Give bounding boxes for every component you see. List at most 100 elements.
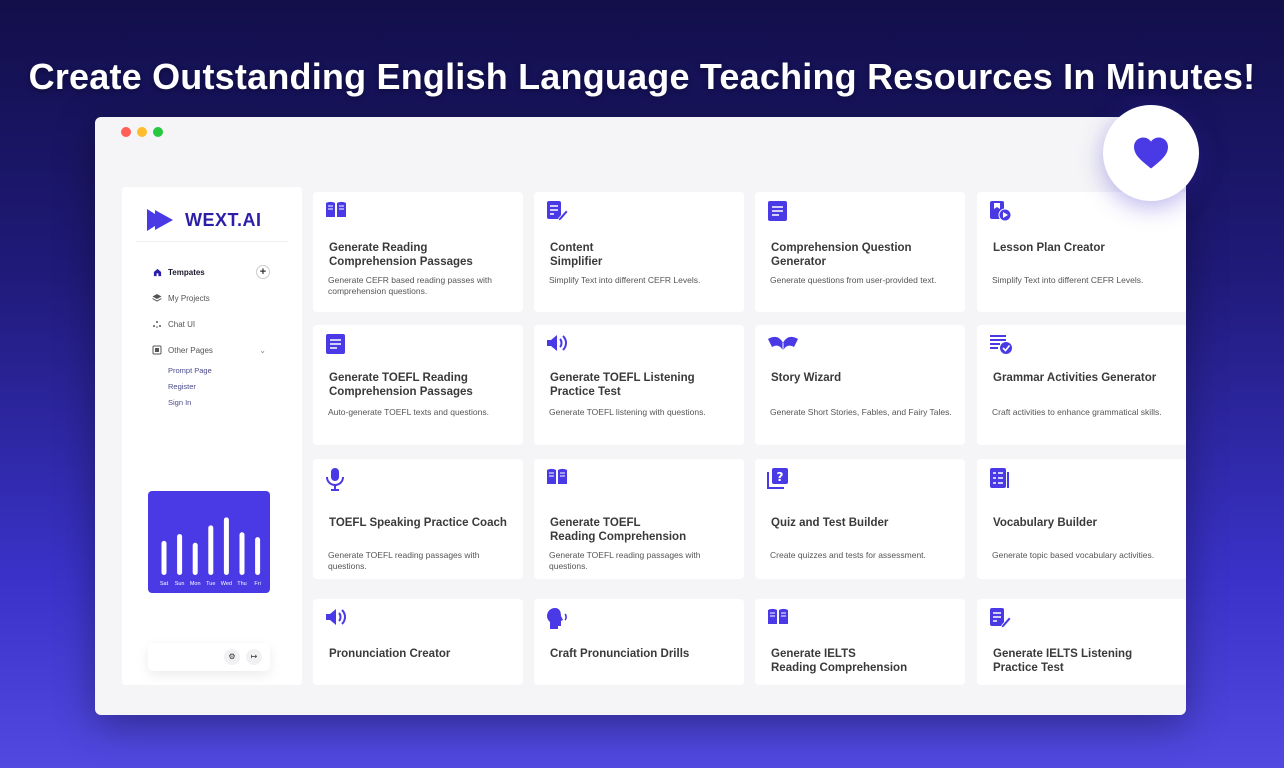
close-window-button[interactable] bbox=[121, 127, 131, 137]
chevron-down-icon[interactable]: ⌄ bbox=[259, 346, 266, 355]
template-card-description: Generate TOEFL reading passages with que… bbox=[328, 550, 480, 571]
sidebar-item-label: Other Pages bbox=[168, 345, 213, 355]
template-card-pronunciation-creator[interactable]: Pronunciation Creator bbox=[313, 599, 523, 685]
logo-text: WEXT.AI bbox=[185, 209, 262, 230]
template-card-generate-ielts-listening-practice-test[interactable]: Generate IELTS Listening Practice Test bbox=[977, 599, 1186, 685]
chart-bar-sun bbox=[177, 534, 183, 575]
template-card-title: Vocabulary Builder bbox=[993, 517, 1097, 529]
submenu-item-sign-in[interactable]: Sign In bbox=[168, 395, 270, 411]
settings-icon[interactable]: ⚙ bbox=[224, 649, 240, 665]
template-card-craft-pronunciation-drills[interactable]: Craft Pronunciation Drills bbox=[534, 599, 744, 685]
template-card-generate-reading-comprehension-passages[interactable]: Generate Reading Comprehension Passages G… bbox=[313, 192, 523, 312]
template-card-generate-ielts-reading-comprehension[interactable]: Generate IELTS Reading Comprehension bbox=[755, 599, 965, 685]
logo-play-icon bbox=[147, 209, 173, 231]
sidebar-item-chat-ui[interactable]: Chat UI bbox=[152, 311, 270, 337]
edit-doc-icon bbox=[546, 200, 569, 222]
logout-icon[interactable]: ↦ bbox=[246, 649, 262, 665]
template-card-description: Simplify Text into different CEFR Levels… bbox=[549, 275, 701, 285]
template-card-generate-toefl-reading-comprehension-passages[interactable]: Generate TOEFL Reading Comprehension Pas… bbox=[313, 325, 523, 445]
chart-bar-tue bbox=[208, 525, 214, 575]
chart-day-label: Sat bbox=[160, 581, 169, 587]
chart-day-label: Sun bbox=[175, 581, 185, 587]
template-card-title: Craft Pronunciation Drills bbox=[550, 648, 690, 660]
template-card-title: Story Wizard bbox=[771, 372, 842, 384]
maximize-window-button[interactable] bbox=[153, 127, 163, 137]
minimize-window-button[interactable] bbox=[137, 127, 147, 137]
book-icon bbox=[767, 607, 789, 629]
template-card-generate-toefl-listening-practice-test[interactable]: Generate TOEFL Listening Practice Test Ge… bbox=[534, 325, 744, 445]
svg-text:?: ? bbox=[777, 470, 784, 484]
window-controls bbox=[121, 127, 163, 137]
checklist-icon bbox=[989, 333, 1012, 355]
template-card-description: Auto-generate TOEFL texts and questions. bbox=[328, 407, 489, 417]
submenu-item-register[interactable]: Register bbox=[168, 379, 270, 395]
chart-day-label: Thu bbox=[237, 581, 246, 587]
logo[interactable]: WEXT.AI bbox=[145, 207, 262, 233]
pages-icon bbox=[152, 345, 162, 355]
add-template-button[interactable]: + bbox=[256, 265, 270, 279]
template-card-story-wizard[interactable]: Story Wizard Generate Short Stories, Fabl… bbox=[755, 325, 965, 445]
chart-bar-sat bbox=[161, 540, 167, 575]
template-card-description: Create quizzes and tests for assessment. bbox=[770, 550, 926, 560]
book-icon bbox=[546, 467, 568, 489]
sidebar-footer: ⚙ ↦ bbox=[148, 643, 270, 671]
sidebar-item-label: Chat UI bbox=[168, 319, 196, 329]
template-card-vocabulary-builder[interactable]: Vocabulary Builder Generate topic based v… bbox=[977, 459, 1186, 579]
list-icon bbox=[989, 467, 1011, 489]
template-card-description: Simplify Text into different CEFR Levels… bbox=[992, 275, 1144, 285]
template-card-toefl-speaking-practice-coach[interactable]: TOEFL Speaking Practice Coach Generate TO… bbox=[313, 459, 523, 579]
document-icon bbox=[325, 333, 347, 355]
template-card-title: Lesson Plan Creator bbox=[993, 242, 1105, 254]
chart-day-label: Wed bbox=[221, 581, 232, 587]
sidebar-item-label: My Projects bbox=[168, 293, 210, 303]
template-card-description: Generate questions from user-provided te… bbox=[770, 275, 937, 285]
template-card-title: TOEFL Speaking Practice Coach bbox=[329, 517, 507, 529]
template-card-title: Generate IELTS Listening Practice Test bbox=[993, 648, 1133, 674]
sidebar-nav: Tempates + My Projects Chat UI Other Pag… bbox=[152, 259, 270, 411]
favorite-badge[interactable] bbox=[1103, 105, 1199, 201]
template-card-title: Generate Reading Comprehension Passages bbox=[329, 242, 473, 268]
sidebar-item-my-projects[interactable]: My Projects bbox=[152, 285, 270, 311]
sparkle-icon bbox=[152, 319, 162, 329]
logo-divider bbox=[136, 241, 288, 242]
app-window: WEXT.AI Tempates + My Projects Chat UI O… bbox=[95, 117, 1186, 715]
chart-day-label: Tue bbox=[206, 581, 215, 587]
open-book-icon bbox=[767, 333, 798, 355]
template-card-title: Quiz and Test Builder bbox=[771, 517, 889, 529]
template-card-title: Generate TOEFL Listening Practice Test bbox=[550, 372, 695, 398]
template-card-title: Comprehension Question Generator bbox=[771, 242, 912, 268]
template-card-title: Content Simplifier bbox=[550, 242, 603, 268]
speaker-icon bbox=[325, 607, 347, 629]
sidebar-item-other-pages[interactable]: Other Pages ⌄ bbox=[152, 337, 270, 363]
template-card-grammar-activities-generator[interactable]: Grammar Activities Generator Craft activi… bbox=[977, 325, 1186, 445]
head-speaking-icon bbox=[546, 607, 568, 629]
chart-bar-fri bbox=[255, 537, 261, 575]
weekly-activity-chart: Sat Sun Mon Tue Wed Thu Fri bbox=[148, 491, 270, 593]
template-card-title: Grammar Activities Generator bbox=[993, 372, 1157, 384]
submenu-item-prompt-page[interactable]: Prompt Page bbox=[168, 363, 270, 379]
chart-day-label: Fri bbox=[254, 581, 260, 587]
sidebar-item-templates[interactable]: Tempates + bbox=[152, 259, 270, 285]
sidebar: WEXT.AI Tempates + My Projects Chat UI O… bbox=[122, 187, 302, 685]
template-card-title: Generate IELTS Reading Comprehension bbox=[771, 648, 908, 674]
chart-bar-thu bbox=[239, 532, 245, 575]
template-card-description: Generate CEFR based reading passes with … bbox=[328, 275, 492, 296]
speaker-icon bbox=[546, 333, 568, 355]
template-card-description: Generate TOEFL listening with questions. bbox=[549, 407, 706, 417]
template-card-comprehension-question-generator[interactable]: Comprehension Question Generator Generate… bbox=[755, 192, 965, 312]
document-icon bbox=[767, 200, 789, 222]
template-card-description: Generate Short Stories, Fables, and Fair… bbox=[770, 407, 952, 417]
layers-icon bbox=[152, 293, 162, 303]
edit-doc-icon bbox=[989, 607, 1012, 629]
home-icon bbox=[152, 267, 162, 277]
template-card-title: Generate TOEFL Reading Comprehension bbox=[550, 517, 687, 543]
template-card-quiz-and-test-builder[interactable]: ? Quiz and Test Builder Create quizzes and… bbox=[755, 459, 965, 579]
sidebar-item-label: Tempates bbox=[168, 267, 205, 277]
chart-day-label: Mon bbox=[190, 581, 201, 587]
video-doc-icon bbox=[989, 200, 1012, 222]
template-card-content-simplifier[interactable]: Content Simplifier Simplify Text into dif… bbox=[534, 192, 744, 312]
template-card-lesson-plan-creator[interactable]: Lesson Plan Creator Simplify Text into di… bbox=[977, 192, 1186, 312]
template-card-description: Generate topic based vocabulary activiti… bbox=[992, 550, 1155, 560]
template-card-generate-toefl-reading-comprehension[interactable]: Generate TOEFL Reading Comprehension Gene… bbox=[534, 459, 744, 579]
template-card-title: Generate TOEFL Reading Comprehension Pas… bbox=[329, 372, 473, 398]
